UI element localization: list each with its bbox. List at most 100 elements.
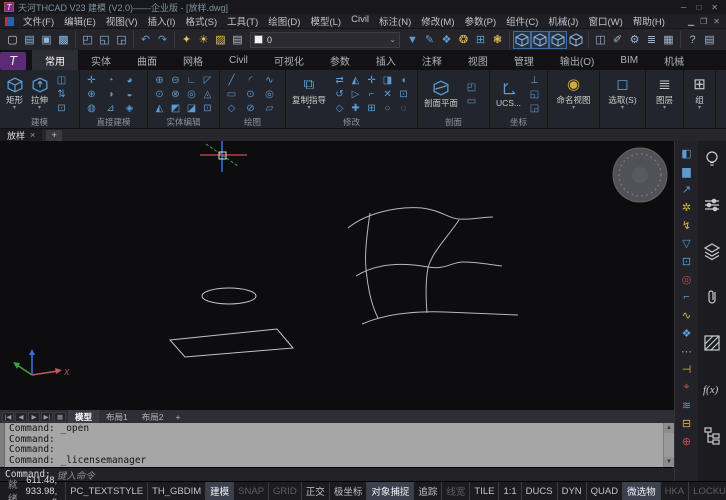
brand-logo-icon[interactable]: T bbox=[0, 52, 26, 70]
solid-edit-icon[interactable]: ◪ bbox=[183, 101, 200, 115]
draw-tool-icon[interactable]: ◎ bbox=[261, 87, 278, 101]
tool-icon[interactable]: ❂ bbox=[455, 31, 472, 48]
ribbon-tab[interactable]: 机械 bbox=[651, 50, 697, 70]
copy-guide-button[interactable]: ⧉ 复制指导 ▾ bbox=[289, 76, 329, 112]
display-icon[interactable]: ✦ bbox=[178, 31, 195, 48]
menu-item[interactable]: 编辑(E) bbox=[59, 14, 101, 28]
menu-item[interactable]: 格式(S) bbox=[180, 14, 222, 28]
help-icon[interactable]: ? bbox=[684, 31, 701, 48]
menu-item[interactable]: Civil bbox=[346, 14, 374, 28]
menu-item[interactable]: 标注(N) bbox=[374, 14, 416, 28]
status-toggle[interactable]: 对象捕捉 bbox=[366, 482, 413, 500]
lightbulb-icon[interactable] bbox=[702, 149, 722, 169]
solid-edit-icon[interactable]: ◩ bbox=[167, 101, 184, 115]
layers-icon[interactable] bbox=[702, 241, 722, 261]
command-prompt[interactable]: Command: 键入命令 bbox=[0, 467, 674, 481]
command-scrollbar[interactable]: ▲ ▼ bbox=[663, 423, 674, 467]
draw-tool-icon[interactable]: ◇ bbox=[223, 101, 240, 115]
tab-close-icon[interactable]: × bbox=[30, 130, 35, 140]
solid-edit-icon[interactable]: ∟ bbox=[183, 73, 200, 87]
side-tool-icon[interactable]: ▆ bbox=[678, 162, 696, 180]
layout-tab[interactable]: 模型 bbox=[68, 410, 99, 423]
modify-tool-icon[interactable]: ◨ bbox=[379, 73, 396, 87]
menu-item[interactable]: 窗口(W) bbox=[583, 14, 627, 28]
direct-modeling-icon[interactable]: ◍ bbox=[83, 101, 100, 115]
modeling-tool-icon[interactable]: ⇅ bbox=[53, 87, 70, 101]
ribbon-tab[interactable]: 可视化 bbox=[261, 50, 317, 70]
solid-edit-icon[interactable]: ⊖ bbox=[167, 73, 184, 87]
status-toggle[interactable]: 线宽 bbox=[441, 482, 469, 500]
direct-modeling-icon[interactable]: ◈ bbox=[121, 101, 138, 115]
box-button[interactable]: 矩形 ▾ bbox=[3, 76, 26, 112]
side-tool-icon[interactable]: ⋯ bbox=[678, 342, 696, 360]
solid-edit-icon[interactable]: ◸ bbox=[199, 73, 216, 87]
status-toggle[interactable]: 追踪 bbox=[413, 482, 441, 500]
undo-redo-icon[interactable]: ↶ bbox=[137, 31, 154, 48]
drawing-canvas[interactable]: X bbox=[0, 141, 674, 410]
side-tool-icon[interactable]: ∿ bbox=[678, 306, 696, 324]
solid-edit-icon[interactable]: ◬ bbox=[199, 87, 216, 101]
tool-icon[interactable]: ✎ bbox=[421, 31, 438, 48]
status-toggle[interactable]: LOCKUI bbox=[688, 482, 726, 500]
command-history[interactable]: Command: _openCommand:Command:Command: _… bbox=[0, 423, 674, 467]
modify-tool-icon[interactable]: ✛ bbox=[363, 73, 380, 87]
status-toggle[interactable]: GRID bbox=[268, 482, 301, 500]
solid-edit-icon[interactable]: ◎ bbox=[183, 87, 200, 101]
plot-icon[interactable]: ◲ bbox=[113, 31, 130, 48]
tool-icon[interactable]: ❃ bbox=[489, 31, 506, 48]
status-toggle[interactable]: 正交 bbox=[301, 482, 329, 500]
ribbon-tab[interactable]: 视图 bbox=[455, 50, 501, 70]
solid-edit-icon[interactable]: ⊕ bbox=[151, 73, 168, 87]
direct-modeling-icon[interactable]: ◒ bbox=[121, 87, 138, 101]
display-icon[interactable]: ☀ bbox=[195, 31, 212, 48]
draw-tool-icon[interactable]: ╱ bbox=[223, 73, 240, 87]
menu-item[interactable]: 修改(M) bbox=[416, 14, 459, 28]
direct-modeling-icon[interactable]: ◑ bbox=[102, 87, 119, 101]
menu-item[interactable]: 机械(J) bbox=[543, 14, 583, 28]
layout-nav-button[interactable]: ▶| bbox=[41, 412, 53, 422]
ucs-tool-icon[interactable]: ⊥ bbox=[526, 73, 543, 87]
document-tab[interactable]: 放样 × bbox=[0, 129, 42, 141]
panel-icon[interactable]: ⚙ bbox=[626, 31, 643, 48]
ribbon-tab[interactable]: 注释 bbox=[409, 50, 455, 70]
close-button[interactable]: ✕ bbox=[711, 3, 718, 12]
status-toggle[interactable]: 微选物 bbox=[622, 482, 660, 500]
layout-nav-button[interactable]: ◀ bbox=[15, 412, 27, 422]
status-toggle[interactable]: PC_TEXTSTYLE bbox=[65, 482, 147, 500]
status-toggle[interactable]: 建模 bbox=[205, 482, 233, 500]
ribbon-tab[interactable]: 常用 bbox=[32, 50, 78, 70]
draw-tool-icon[interactable]: ◜ bbox=[242, 73, 259, 87]
modify-tool-icon[interactable]: ✚ bbox=[347, 101, 364, 115]
navigation-wheel[interactable] bbox=[613, 148, 667, 202]
menu-item[interactable]: 文件(F) bbox=[18, 14, 59, 28]
menu-item[interactable]: 参数(P) bbox=[460, 14, 502, 28]
layout-nav-button[interactable]: |◀ bbox=[2, 412, 14, 422]
ribbon-tab[interactable]: 曲面 bbox=[124, 50, 170, 70]
direct-modeling-icon[interactable]: ⊕ bbox=[83, 87, 100, 101]
menu-item[interactable]: 绘图(D) bbox=[263, 14, 305, 28]
direct-modeling-icon[interactable]: ◕ bbox=[121, 73, 138, 87]
modify-tool-icon[interactable]: ▷ bbox=[347, 87, 364, 101]
ucs-button[interactable]: UCS... bbox=[493, 80, 524, 109]
tool-icon[interactable]: ❖ bbox=[438, 31, 455, 48]
status-toggle[interactable]: DYN bbox=[557, 482, 586, 500]
draw-tool-icon[interactable]: ⊘ bbox=[242, 101, 259, 115]
new-layout-button[interactable]: + bbox=[170, 412, 185, 422]
menu-item[interactable]: 组件(C) bbox=[501, 14, 543, 28]
extrude-button[interactable]: 拉伸 ▾ bbox=[28, 76, 51, 112]
tool-icon[interactable]: ▼ bbox=[404, 31, 421, 48]
panel-icon[interactable]: ▦ bbox=[660, 31, 677, 48]
modify-tool-icon[interactable]: ⊡ bbox=[395, 87, 412, 101]
maximize-button[interactable]: □ bbox=[696, 3, 701, 12]
ribbon-tab[interactable]: Civil bbox=[216, 50, 261, 70]
panel-icon[interactable]: ✐ bbox=[609, 31, 626, 48]
side-tool-icon[interactable]: ⊕ bbox=[678, 432, 696, 450]
side-tool-icon[interactable]: ⌐ bbox=[678, 288, 696, 306]
solid-edit-icon[interactable]: ⊡ bbox=[199, 101, 216, 115]
direct-modeling-icon[interactable]: ✛ bbox=[83, 73, 100, 87]
direct-modeling-icon[interactable]: ⊿ bbox=[102, 101, 119, 115]
layers-button[interactable]: ≣ 图层 ▾ bbox=[653, 76, 676, 112]
side-tool-icon[interactable]: ⊟ bbox=[678, 414, 696, 432]
layout-nav-button[interactable]: ▦ bbox=[54, 412, 66, 422]
modify-tool-icon[interactable]: ◇ bbox=[331, 101, 348, 115]
